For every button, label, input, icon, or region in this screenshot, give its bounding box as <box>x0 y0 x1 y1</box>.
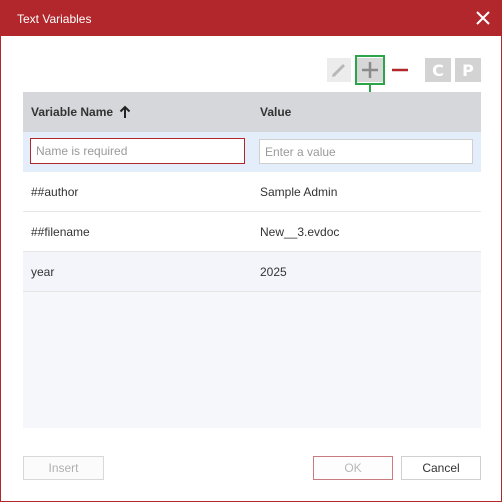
variable-name-cell: ##filename <box>31 225 90 239</box>
insert-button[interactable]: Insert <box>23 456 104 480</box>
variable-name-input[interactable] <box>30 138 245 164</box>
column-header-value[interactable]: Value <box>260 105 291 119</box>
edit-variable-button[interactable] <box>327 58 351 82</box>
ok-button[interactable]: OK <box>313 456 393 480</box>
close-icon <box>476 11 490 25</box>
grid-header: Variable Name Value <box>23 92 481 132</box>
arrow-up-icon <box>119 105 131 118</box>
p-button-label: P <box>462 60 474 80</box>
column-header-name[interactable]: Variable Name <box>31 105 131 119</box>
cancel-button[interactable]: Cancel <box>401 456 481 480</box>
table-row[interactable]: ##filename New__3.evdoc <box>23 212 481 252</box>
variables-grid: Variable Name Value ##author Sample Admi… <box>23 92 481 428</box>
variable-value-cell: Sample Admin <box>260 185 338 199</box>
table-row[interactable]: ##author Sample Admin <box>23 172 481 212</box>
variable-value-cell: 2025 <box>260 265 287 279</box>
dialog-title: Text Variables <box>17 12 92 26</box>
remove-variable-button[interactable] <box>388 58 412 82</box>
table-row[interactable]: year 2025 <box>23 252 481 292</box>
c-button[interactable]: C <box>425 58 451 82</box>
variable-value-cell: New__3.evdoc <box>260 225 340 239</box>
p-button[interactable]: P <box>455 58 481 82</box>
dialog-titlebar: Text Variables <box>1 1 501 36</box>
variable-name-cell: ##author <box>31 185 79 199</box>
variable-value-input[interactable] <box>259 139 473 164</box>
minus-icon <box>392 68 408 72</box>
column-header-name-label: Variable Name <box>31 105 114 119</box>
variable-name-cell: year <box>31 265 55 279</box>
close-button[interactable] <box>473 8 493 28</box>
add-button-highlight <box>355 55 385 85</box>
text-variables-dialog: Text Variables C P Variable Name Value N… <box>0 0 502 502</box>
new-variable-row <box>23 132 481 172</box>
pencil-icon <box>332 63 346 77</box>
c-button-label: C <box>432 60 444 80</box>
